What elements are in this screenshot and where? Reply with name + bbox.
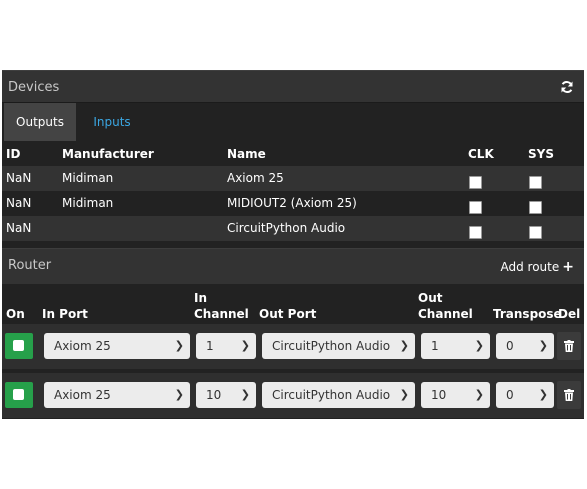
clk-checkbox[interactable] (469, 201, 482, 214)
chevron-down-icon: ❯ (174, 339, 184, 352)
out-channel-value: 10 (431, 388, 447, 402)
sys-checkbox[interactable] (529, 226, 542, 239)
col-in-channel-header-2: Channel (194, 307, 249, 321)
devices-header: Devices (2, 70, 584, 103)
in-port-value: Axiom 25 (54, 339, 111, 353)
device-manufacturer: Midiman (62, 171, 114, 185)
col-sys-header: SYS (528, 147, 554, 161)
chevron-down-icon: ❯ (474, 388, 484, 401)
route-on-toggle[interactable] (5, 333, 33, 359)
device-id: NaN (6, 196, 32, 210)
out-channel-select[interactable]: 10 ❯ (421, 382, 490, 408)
col-clk-header: CLK (468, 147, 494, 161)
chevron-down-icon: ❯ (399, 339, 409, 352)
route-on-toggle[interactable] (5, 382, 33, 408)
table-row: NaN Midiman Axiom 25 (2, 166, 584, 191)
in-channel-select[interactable]: 1 ❯ (196, 333, 256, 359)
delete-route-button[interactable] (557, 381, 581, 409)
col-transpose-header: Transpose (493, 307, 562, 321)
transpose-select[interactable]: 0 ❯ (496, 333, 554, 359)
chevron-down-icon: ❯ (174, 388, 184, 401)
device-tabs: Outputs Inputs (2, 103, 584, 141)
out-port-select[interactable]: CircuitPython Audio ❯ (262, 382, 415, 408)
trash-icon (564, 340, 574, 352)
col-name-header: Name (227, 147, 266, 161)
col-del-header: Del (558, 307, 581, 321)
out-channel-select[interactable]: 1 ❯ (421, 333, 490, 359)
in-channel-value: 1 (206, 339, 214, 353)
col-out-channel-header-2: Channel (418, 307, 473, 321)
chevron-down-icon: ❯ (538, 339, 548, 352)
sys-checkbox[interactable] (529, 176, 542, 189)
add-route-button[interactable]: Add route + (501, 259, 575, 275)
device-name: CircuitPython Audio (227, 221, 346, 235)
col-manufacturer-header: Manufacturer (62, 147, 154, 161)
route-row: Axiom 25 ❯ 1 ❯ CircuitPython Audio ❯ 1 ❯ 0 ❯ (2, 324, 584, 369)
in-port-select[interactable]: Axiom 25 ❯ (44, 382, 190, 408)
device-manufacturer: Midiman (62, 196, 114, 210)
trash-icon (564, 389, 574, 401)
transpose-select[interactable]: 0 ❯ (496, 382, 554, 408)
add-route-label: Add route (500, 260, 560, 274)
table-row: NaN CircuitPython Audio (2, 216, 584, 241)
router-header: Router Add route + (2, 248, 584, 284)
chevron-down-icon: ❯ (399, 388, 409, 401)
table-row: NaN Midiman MIDIOUT2 (Axiom 25) (2, 191, 584, 216)
tab-outputs[interactable]: Outputs (4, 103, 76, 141)
col-out-port-header: Out Port (259, 307, 317, 321)
delete-route-button[interactable] (557, 332, 581, 360)
chevron-down-icon: ❯ (240, 388, 250, 401)
col-in-port-header: In Port (42, 307, 88, 321)
toggle-knob (13, 340, 24, 351)
device-name: MIDIOUT2 (Axiom 25) (227, 196, 357, 210)
router-title: Router (8, 258, 52, 273)
transpose-value: 0 (506, 388, 514, 402)
device-id: NaN (6, 171, 32, 185)
refresh-icon[interactable] (560, 80, 574, 94)
col-out-channel-header-1: Out (418, 291, 443, 305)
sys-checkbox[interactable] (529, 201, 542, 214)
col-on-header: On (6, 307, 25, 321)
col-in-channel-header-1: In (194, 291, 208, 305)
device-id: NaN (6, 221, 32, 235)
in-port-select[interactable]: Axiom 25 ❯ (44, 333, 190, 359)
clk-checkbox[interactable] (469, 176, 482, 189)
chevron-down-icon: ❯ (538, 388, 548, 401)
toggle-knob (13, 389, 24, 400)
plus-icon: + (562, 259, 574, 275)
tab-inputs[interactable]: Inputs (82, 103, 142, 141)
chevron-down-icon: ❯ (240, 339, 250, 352)
out-port-select[interactable]: CircuitPython Audio ❯ (262, 333, 415, 359)
main-panel: Devices Outputs Inputs ID Manufacturer N… (2, 70, 584, 419)
devices-title: Devices (8, 80, 60, 95)
chevron-down-icon: ❯ (474, 339, 484, 352)
clk-checkbox[interactable] (469, 226, 482, 239)
out-channel-value: 1 (431, 339, 439, 353)
col-id-header: ID (6, 147, 21, 161)
device-name: Axiom 25 (227, 171, 284, 185)
out-port-value: CircuitPython Audio (272, 388, 391, 402)
route-row: Axiom 25 ❯ 10 ❯ CircuitPython Audio ❯ 10 ❯ 0… (2, 373, 584, 418)
in-channel-select[interactable]: 10 ❯ (196, 382, 256, 408)
transpose-value: 0 (506, 339, 514, 353)
out-port-value: CircuitPython Audio (272, 339, 391, 353)
in-channel-value: 10 (206, 388, 222, 402)
in-port-value: Axiom 25 (54, 388, 111, 402)
